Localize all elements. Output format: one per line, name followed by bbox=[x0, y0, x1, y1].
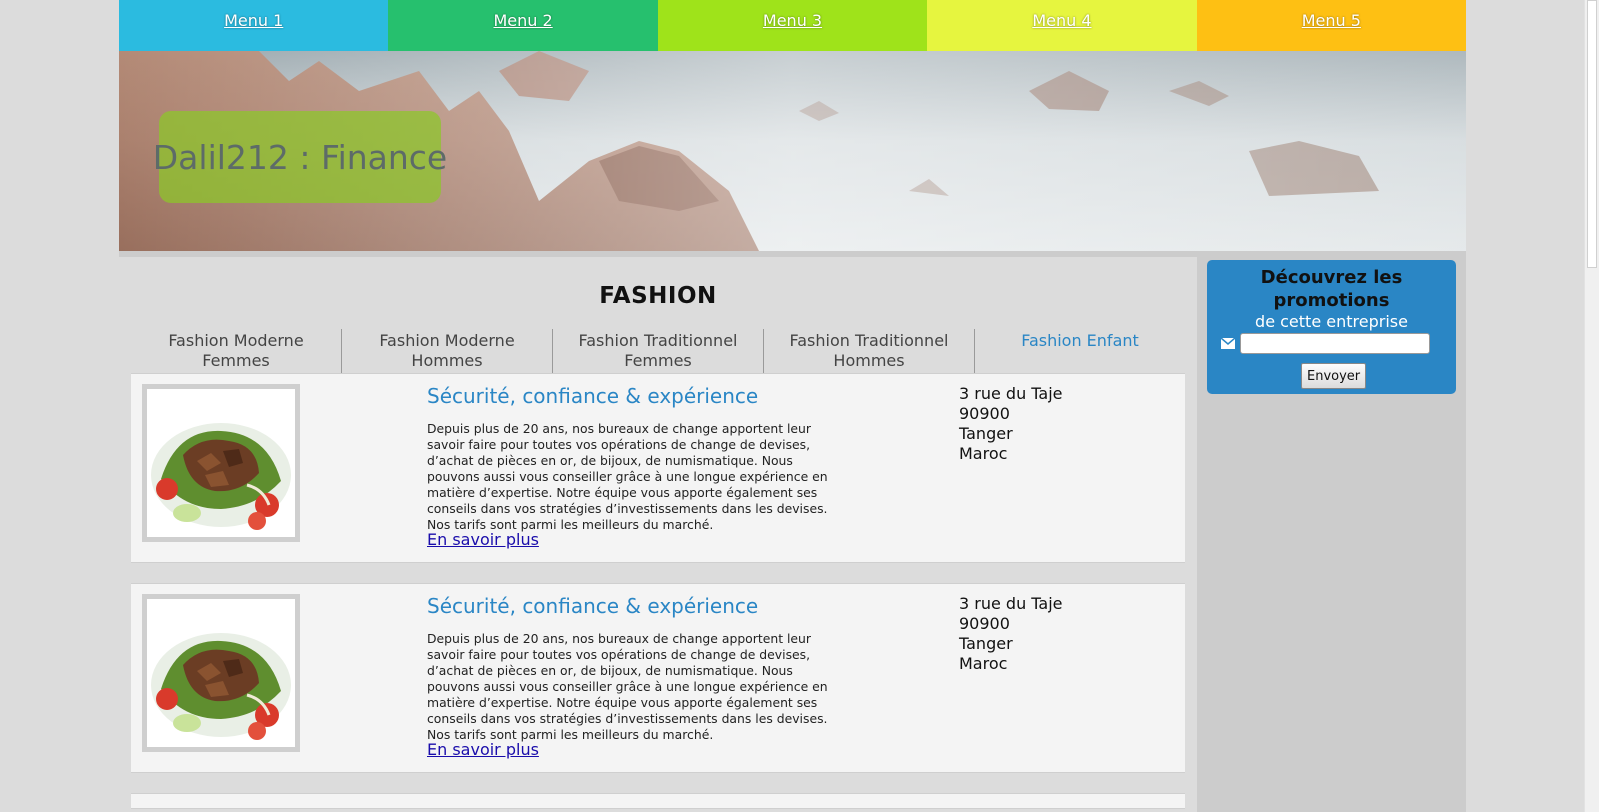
address-postal-code: 90900 bbox=[959, 614, 1010, 633]
read-more-link[interactable]: En savoir plus bbox=[427, 530, 539, 549]
email-field[interactable] bbox=[1240, 333, 1430, 354]
page-title: FASHION bbox=[599, 283, 717, 309]
food-plate-image bbox=[147, 599, 295, 747]
main-content: FASHION Fashion Moderne Femmes Fashion M… bbox=[119, 257, 1197, 812]
menu-item-4[interactable]: Menu 4 bbox=[927, 0, 1197, 51]
category-label-line2: Hommes bbox=[833, 351, 905, 370]
promo-title-line1: Découvrez les bbox=[1260, 267, 1403, 288]
menu-item-3[interactable]: Menu 3 bbox=[657, 0, 928, 51]
listing-address: 3 rue du Taje 90900 Tanger Maroc bbox=[959, 594, 1063, 674]
address-country: Maroc bbox=[959, 444, 1008, 463]
sidebar: Découvrez les promotions de cette entrep… bbox=[1197, 257, 1466, 812]
category-fashion-moderne-hommes[interactable]: Fashion Moderne Hommes bbox=[342, 329, 553, 373]
menu-item-2[interactable]: Menu 2 bbox=[388, 0, 658, 51]
address-city: Tanger bbox=[959, 424, 1013, 443]
promo-subtitle: de cette entreprise bbox=[1255, 312, 1408, 331]
header-banner: Dalil212 : Finance bbox=[119, 51, 1466, 251]
category-label-line2: Femmes bbox=[624, 351, 692, 370]
menu-item-1[interactable]: Menu 1 bbox=[119, 0, 389, 51]
category-fashion-traditionnel-femmes[interactable]: Fashion Traditionnel Femmes bbox=[553, 329, 764, 373]
listing-thumbnail[interactable] bbox=[142, 594, 300, 752]
promo-form bbox=[1221, 333, 1430, 354]
listing-card: Sécurité, confiance & expérience Depuis … bbox=[131, 583, 1185, 773]
read-more-link[interactable]: En savoir plus bbox=[427, 740, 539, 759]
listing-title[interactable]: Sécurité, confiance & expérience bbox=[427, 594, 758, 618]
address-street: 3 rue du Taje bbox=[959, 594, 1063, 613]
listing-description: Depuis plus de 20 ans, nos bureaux de ch… bbox=[427, 631, 828, 742]
address-postal-code: 90900 bbox=[959, 404, 1010, 423]
listing-thumbnail[interactable] bbox=[142, 384, 300, 542]
listing-card: Sécurité, confiance & expérience Depuis … bbox=[131, 373, 1185, 563]
category-fashion-enfant[interactable]: Fashion Enfant bbox=[975, 329, 1185, 373]
category-label-line1: Fashion Moderne bbox=[379, 331, 515, 350]
site-title[interactable]: Dalil212 : Finance bbox=[153, 111, 447, 203]
category-label-line1: Fashion Moderne bbox=[168, 331, 304, 350]
listing-address: 3 rue du Taje 90900 Tanger Maroc bbox=[959, 384, 1063, 464]
envelope-icon bbox=[1221, 338, 1235, 349]
menu-item-5[interactable]: Menu 5 bbox=[1196, 0, 1467, 51]
listing-card bbox=[131, 793, 1185, 809]
listing-description: Depuis plus de 20 ans, nos bureaux de ch… bbox=[427, 421, 828, 532]
category-nav: Fashion Moderne Femmes Fashion Moderne H… bbox=[131, 329, 1185, 373]
promo-title-line2: promotions bbox=[1273, 290, 1390, 311]
category-label-line1: Fashion Enfant bbox=[1021, 331, 1139, 350]
vertical-scrollbar[interactable] bbox=[1584, 0, 1599, 812]
category-fashion-moderne-femmes[interactable]: Fashion Moderne Femmes bbox=[131, 329, 342, 373]
address-city: Tanger bbox=[959, 634, 1013, 653]
food-plate-image bbox=[147, 389, 295, 537]
category-label-line2: Femmes bbox=[202, 351, 270, 370]
page: Menu 1 Menu 2 Menu 3 Menu 4 Menu 5 Dalil… bbox=[119, 0, 1467, 812]
promo-subscribe-box: Découvrez les promotions de cette entrep… bbox=[1207, 260, 1456, 394]
submit-button[interactable]: Envoyer bbox=[1301, 363, 1367, 389]
category-fashion-traditionnel-hommes[interactable]: Fashion Traditionnel Hommes bbox=[764, 329, 975, 373]
scrollbar-thumb[interactable] bbox=[1587, 0, 1597, 268]
top-menu: Menu 1 Menu 2 Menu 3 Menu 4 Menu 5 bbox=[119, 0, 1467, 51]
category-label-line2: Hommes bbox=[411, 351, 483, 370]
address-street: 3 rue du Taje bbox=[959, 384, 1063, 403]
promo-title: Découvrez les promotions bbox=[1207, 266, 1456, 312]
category-label-line1: Fashion Traditionnel bbox=[578, 331, 738, 350]
address-country: Maroc bbox=[959, 654, 1008, 673]
category-label-line1: Fashion Traditionnel bbox=[789, 331, 949, 350]
listing-title[interactable]: Sécurité, confiance & expérience bbox=[427, 384, 758, 408]
